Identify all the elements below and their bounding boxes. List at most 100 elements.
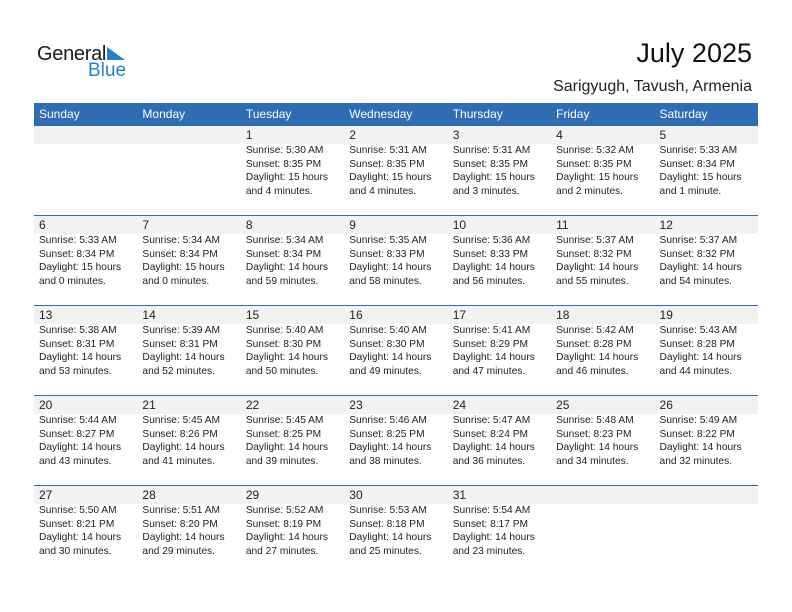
daylight-text — [660, 531, 758, 545]
sunset-text: Sunset: 8:31 PM — [39, 338, 115, 350]
sunrise-text: Sunrise: 5:53 AM — [349, 505, 427, 516]
day-number: 26 — [659, 398, 673, 412]
sunrise-text — [39, 144, 137, 158]
sunrise-text: Sunrise: 5:48 AM — [556, 415, 634, 426]
weekday-header-tuesday: Tuesday — [245, 107, 292, 121]
daylight-minutes — [556, 545, 654, 559]
daylight-text — [142, 171, 240, 185]
week-sun-info: Sunrise: 5:44 AM Sunset: 8:27 PM Daylight:… — [34, 414, 758, 468]
weekday-header-sunday: Sunday — [39, 107, 80, 121]
sunset-text — [142, 158, 240, 172]
daylight-minutes: and 49 minutes. — [349, 365, 422, 377]
week-day-numbers: 27 28 29 30 31 — [34, 486, 758, 504]
day-number: 22 — [245, 398, 260, 412]
daylight-minutes: and 4 minutes. — [245, 185, 313, 197]
daylight-text: Daylight: 14 hours — [556, 352, 639, 363]
sunset-text: Sunset: 8:35 PM — [452, 158, 529, 170]
day-number: 17 — [452, 308, 467, 322]
sunrise-text: Sunrise: 5:35 AM — [349, 235, 427, 246]
day-cell: Sunrise: 5:48 AM Sunset: 8:23 PM Daylight:… — [551, 414, 654, 468]
sunset-text: Sunset: 8:34 PM — [39, 248, 115, 260]
sunrise-text: Sunrise: 5:38 AM — [39, 325, 117, 336]
daylight-text: Daylight: 15 hours — [452, 172, 535, 183]
sunrise-text: Sunrise: 5:41 AM — [452, 325, 531, 336]
sunrise-text: Sunrise: 5:49 AM — [659, 415, 738, 426]
daylight-minutes: and 59 minutes. — [245, 275, 319, 287]
daylight-minutes: and 47 minutes. — [452, 365, 526, 377]
daylight-minutes: and 50 minutes. — [245, 365, 319, 377]
sunset-text: Sunset: 8:33 PM — [349, 248, 425, 260]
daylight-text: Daylight: 14 hours — [659, 262, 742, 273]
day-number: 29 — [245, 488, 260, 502]
calendar-week: 20 21 22 23 24 25 26 Sunrise: 5:44 AM Sunset: 8:… — [34, 395, 758, 485]
day-cell: Sunrise: 5:49 AM Sunset: 8:22 PM Daylight:… — [655, 414, 758, 468]
day-cell: Sunrise: 5:42 AM Sunset: 8:28 PM Daylight:… — [551, 324, 654, 378]
day-number: 31 — [452, 488, 467, 502]
day-cell: Sunrise: 5:54 AM Sunset: 8:17 PM Daylight:… — [448, 504, 551, 558]
day-number: 13 — [39, 308, 53, 322]
sunrise-text: Sunrise: 5:37 AM — [659, 235, 738, 246]
sunset-text: Sunset: 8:25 PM — [245, 428, 322, 440]
week-day-numbers: 6 7 8 9 10 11 12 — [34, 216, 758, 234]
calendar-week: 1 2 3 4 5 Sunrise: 5:30 AM Sunset: 8:35 PM Dayl… — [34, 126, 758, 215]
day-number: 20 — [39, 398, 53, 412]
daylight-text: Daylight: 15 hours — [142, 262, 225, 273]
daylight-text: Daylight: 14 hours — [349, 352, 432, 363]
daylight-text: Daylight: 14 hours — [142, 442, 225, 453]
daylight-text: Daylight: 14 hours — [349, 442, 432, 453]
day-cell: Sunrise: 5:44 AM Sunset: 8:27 PM Daylight:… — [34, 414, 137, 468]
sunrise-text: Sunrise: 5:33 AM — [659, 145, 738, 156]
daylight-text: Daylight: 14 hours — [659, 442, 742, 453]
weekday-header-friday: Friday — [556, 107, 590, 121]
sunset-text: Sunset: 8:25 PM — [349, 428, 425, 440]
sunrise-text — [556, 504, 654, 518]
week-sun-info: Sunrise: 5:30 AM Sunset: 8:35 PM Daylight:… — [34, 144, 758, 198]
daylight-minutes: and 55 minutes. — [556, 275, 629, 287]
week-day-numbers: 1 2 3 4 5 — [34, 126, 758, 144]
daylight-text: Daylight: 15 hours — [39, 262, 122, 273]
day-cell: Sunrise: 5:41 AM Sunset: 8:29 PM Daylight:… — [448, 324, 551, 378]
sunset-text: Sunset: 8:22 PM — [659, 428, 735, 440]
day-number: 19 — [659, 308, 673, 322]
sunrise-text: Sunrise: 5:33 AM — [39, 235, 117, 246]
daylight-minutes: and 25 minutes. — [349, 545, 422, 557]
daylight-minutes: and 43 minutes. — [39, 455, 112, 467]
sunset-text — [556, 518, 654, 532]
week-day-numbers: 13 14 15 16 17 18 19 — [34, 306, 758, 324]
sunset-text: Sunset: 8:33 PM — [452, 248, 529, 260]
day-cell: Sunrise: 5:35 AM Sunset: 8:33 PM Daylight:… — [344, 234, 447, 288]
weekday-header: Sunday Monday Tuesday Wednesday Thursday Frid… — [34, 103, 758, 126]
day-number: 11 — [556, 218, 569, 232]
day-cell: Sunrise: 5:45 AM Sunset: 8:26 PM Daylight:… — [137, 414, 240, 468]
day-cell: Sunrise: 5:53 AM Sunset: 8:18 PM Daylight:… — [344, 504, 447, 558]
daylight-minutes: and 56 minutes. — [452, 275, 526, 287]
daylight-text: Daylight: 14 hours — [659, 352, 742, 363]
brand-logo: General Blue — [37, 43, 137, 83]
sunrise-text: Sunrise: 5:46 AM — [349, 415, 427, 426]
calendar-week: 27 28 29 30 31 Sunrise: 5:50 AM Sunset: 8:21 P… — [34, 485, 758, 575]
daylight-minutes: and 39 minutes. — [245, 455, 319, 467]
daylight-text: Daylight: 14 hours — [142, 352, 225, 363]
day-number: 2 — [349, 128, 356, 142]
calendar-week: 6 7 8 9 10 11 12 Sunrise: 5:33 AM Sunset: 8:34 P… — [34, 215, 758, 305]
daylight-text: Daylight: 14 hours — [452, 442, 535, 453]
weekday-header-thursday: Thursday — [452, 107, 503, 121]
sunset-text — [660, 518, 758, 532]
day-cell: Sunrise: 5:50 AM Sunset: 8:21 PM Daylight:… — [34, 504, 137, 558]
day-number: 6 — [39, 218, 46, 232]
week-sun-info: Sunrise: 5:50 AM Sunset: 8:21 PM Daylight:… — [34, 504, 758, 558]
daylight-text: Daylight: 14 hours — [349, 532, 432, 543]
sunset-text: Sunset: 8:28 PM — [556, 338, 632, 350]
sunset-text: Sunset: 8:18 PM — [349, 518, 425, 530]
daylight-text: Daylight: 14 hours — [245, 442, 328, 453]
sunset-text: Sunset: 8:34 PM — [659, 158, 735, 170]
daylight-minutes: and 46 minutes. — [556, 365, 629, 377]
sunset-text: Sunset: 8:29 PM — [452, 338, 529, 350]
daylight-text: Daylight: 15 hours — [349, 172, 432, 183]
weekday-header-monday: Monday — [142, 107, 186, 121]
daylight-text: Daylight: 14 hours — [452, 532, 535, 543]
daylight-text: Daylight: 14 hours — [245, 532, 328, 543]
day-cell: Sunrise: 5:32 AM Sunset: 8:35 PM Daylight:… — [551, 144, 654, 198]
day-cell: Sunrise: 5:43 AM Sunset: 8:28 PM Daylight:… — [655, 324, 758, 378]
day-cell: Sunrise: 5:34 AM Sunset: 8:34 PM Daylight:… — [137, 234, 240, 288]
